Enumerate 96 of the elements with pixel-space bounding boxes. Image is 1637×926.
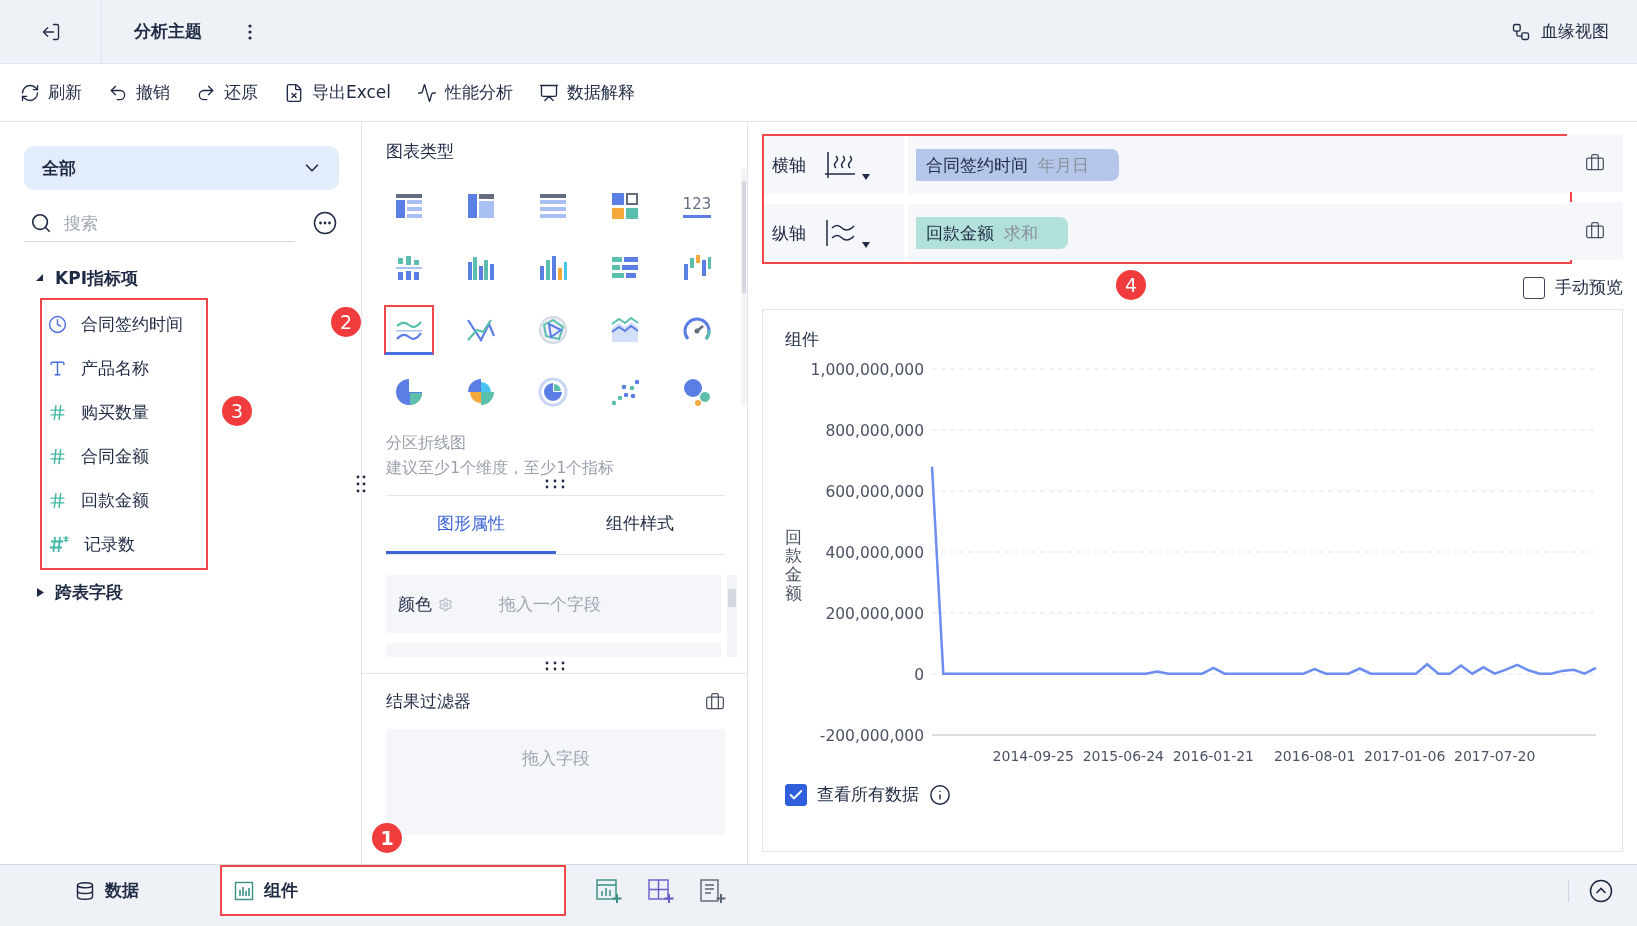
axis-header: 纵轴 — [764, 204, 904, 262]
chart-title: 组件 — [785, 328, 820, 351]
tab[interactable]: 图形属性 — [386, 496, 556, 554]
axis-label: 2016-08-01 — [1273, 748, 1356, 764]
caret-icon — [862, 174, 870, 180]
briefcase-icon[interactable] — [1585, 153, 1605, 173]
section-title: 结果过滤器 — [386, 690, 471, 713]
database-icon — [75, 880, 95, 901]
step-badge: 3 — [222, 396, 252, 426]
axis-header: 横轴 — [764, 136, 904, 194]
axis-label: 2016-01-21 — [1172, 748, 1255, 764]
step-badge: 2 — [331, 307, 361, 337]
briefcase-icon[interactable] — [705, 691, 725, 712]
lineage-button[interactable]: 血缘视图 — [1505, 19, 1615, 44]
more-button[interactable] — [311, 209, 339, 237]
page-title: 分析主题 — [134, 20, 202, 43]
toolbar-button[interactable]: 撤销 — [108, 79, 170, 106]
axis-type-button[interactable] — [824, 218, 870, 248]
caret-icon — [862, 242, 870, 248]
axis-icon — [824, 150, 856, 180]
axis-label: 2017-07-20 — [1454, 748, 1536, 764]
toolbar-button[interactable]: 导出Excel — [284, 79, 392, 106]
board-icon — [539, 82, 560, 103]
axis-title: 回款金额 — [785, 527, 802, 603]
search-icon — [30, 211, 52, 234]
checkbox[interactable]: 查看所有数据 — [785, 783, 919, 806]
field-item[interactable]: 合同签约时间 — [42, 302, 206, 346]
tree-group[interactable]: KPI指标项 — [24, 260, 339, 296]
gear-icon — [438, 596, 453, 612]
axis-label: 600,000,000 — [825, 483, 924, 501]
caret-icon — [36, 587, 45, 597]
axis-label: -200,000,000 — [819, 727, 924, 745]
chart-type-hint: 建议至少1个维度，至少1个指标 — [386, 458, 616, 479]
add-report-icon[interactable] — [700, 878, 726, 903]
refresh-icon — [20, 82, 40, 103]
axis-label: 400,000,000 — [825, 544, 924, 562]
toolbar-button[interactable]: 数据解释 — [539, 79, 636, 106]
field-pill[interactable]: 回款金额 求和 — [916, 217, 1068, 249]
add-table-icon[interactable] — [648, 878, 674, 903]
axis-label: 800,000,000 — [825, 422, 924, 440]
file-icon — [284, 82, 304, 103]
scrollbar[interactable] — [741, 169, 747, 405]
scrollbar[interactable] — [727, 575, 737, 657]
field-item[interactable]: 购买数量 — [42, 390, 206, 434]
axis-label: 0 — [914, 666, 924, 684]
field-item[interactable]: 回款金额 — [42, 478, 206, 522]
tab[interactable]: 组件样式 — [555, 496, 725, 554]
flow-icon — [1511, 21, 1531, 42]
hash-star-icon — [48, 534, 70, 554]
toolbar-button[interactable]: 还原 — [196, 79, 258, 106]
toolbar-button[interactable]: 刷新 — [20, 79, 82, 106]
axis-icon — [824, 218, 856, 248]
briefcase-icon[interactable] — [1585, 221, 1605, 241]
ring-chart-icon — [537, 376, 569, 408]
hash-icon — [48, 402, 67, 422]
axis-label: 2014-09-25 — [992, 748, 1074, 764]
pie-chart-icon — [393, 376, 425, 408]
add-chart-icon[interactable] — [596, 878, 622, 903]
field-pill[interactable]: 合同签约时间 年月日 — [916, 149, 1119, 181]
drag-handle[interactable] — [355, 474, 367, 494]
chart-type-name: 分区折线图 — [386, 433, 467, 454]
pulse-icon — [417, 82, 438, 103]
bubble-chart-icon — [681, 376, 713, 408]
property-row[interactable]: 颜色 拖入一个字段 — [386, 575, 721, 633]
search-field[interactable]: 搜索 — [62, 211, 295, 234]
clock-icon — [48, 314, 67, 334]
toolbar-button[interactable]: 性能分析 — [417, 79, 514, 106]
chart-type-button[interactable] — [384, 305, 434, 355]
more-icon — [248, 23, 252, 40]
chart-icon — [234, 880, 254, 901]
step-badge: 4 — [1116, 270, 1146, 300]
caret-icon — [36, 273, 45, 283]
axis-label: 1,000,000,000 — [810, 361, 924, 379]
axis-label: 2015-06-24 — [1082, 748, 1164, 764]
section-title: 图表类型 — [386, 141, 454, 161]
pie-chart-icon — [465, 376, 497, 408]
hash-icon — [48, 446, 67, 466]
hash-icon — [48, 490, 67, 510]
scope-dropdown[interactable]: 全部 — [24, 146, 339, 190]
field-item[interactable]: 产品名称 — [42, 346, 206, 390]
axis-label: 200,000,000 — [825, 605, 924, 623]
bottom-tab[interactable]: 数据 — [0, 865, 220, 916]
radar-chart-icon — [537, 314, 569, 346]
tiles-icon — [609, 190, 641, 222]
drag-handle[interactable] — [543, 661, 566, 671]
info-icon[interactable] — [929, 783, 951, 806]
axis-type-button[interactable] — [824, 150, 870, 180]
tree-group[interactable]: 跨表字段 — [24, 574, 339, 610]
step-badge: 1 — [372, 823, 402, 853]
axis-label: 2017-01-06 — [1364, 748, 1446, 764]
chart-type-button[interactable]: 123 — [672, 181, 722, 231]
field-item[interactable]: 记录数 — [42, 522, 206, 566]
drag-handle[interactable] — [543, 479, 566, 489]
field-item[interactable]: 合同金额 — [42, 434, 206, 478]
checkbox[interactable]: 手动预览 — [1523, 276, 1623, 299]
text-icon — [48, 358, 67, 378]
